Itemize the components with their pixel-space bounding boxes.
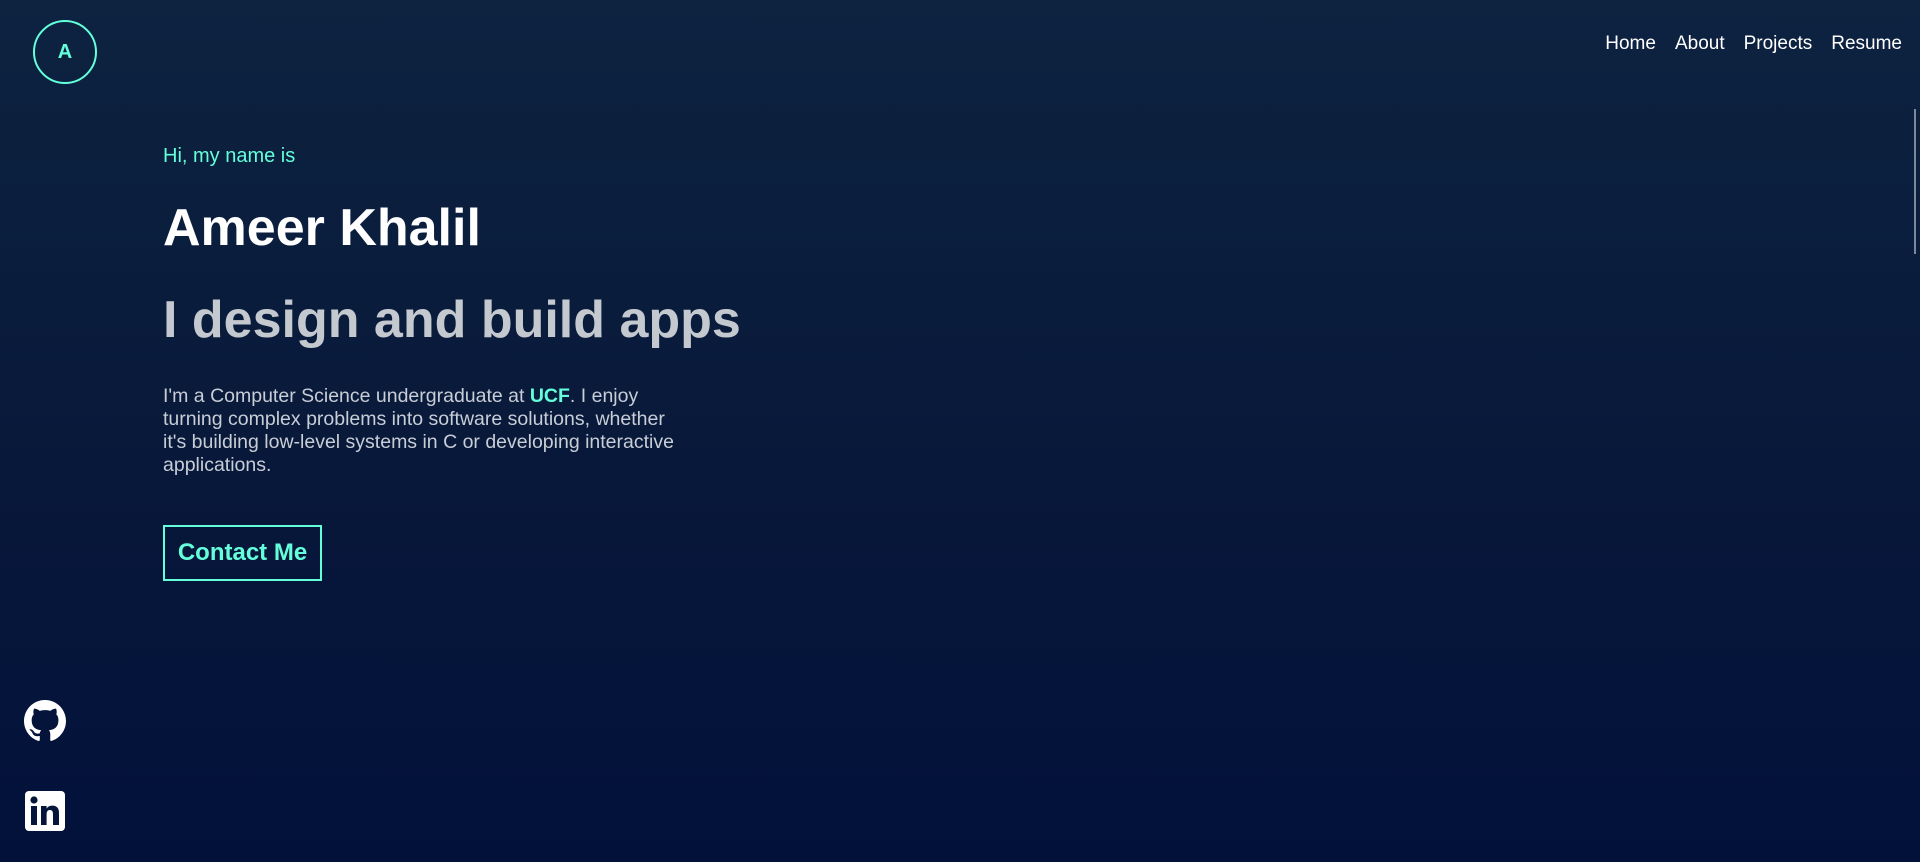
nav-resume[interactable]: Resume: [1831, 33, 1902, 55]
bio-highlight-ucf: UCF: [529, 385, 570, 407]
scrollbar[interactable]: [1914, 109, 1916, 254]
linkedin-link[interactable]: [24, 790, 66, 832]
tagline: I design and build apps: [163, 291, 741, 349]
linkedin-icon: [25, 791, 65, 831]
page-title: Ameer Khalil: [163, 199, 481, 257]
nav-projects[interactable]: Projects: [1744, 33, 1813, 55]
github-icon: [24, 700, 66, 741]
nav-home[interactable]: Home: [1605, 33, 1656, 55]
nav-about[interactable]: About: [1675, 33, 1725, 55]
logo-letter: A: [57, 40, 73, 63]
greeting-text: Hi, my name is: [163, 145, 296, 167]
logo-button[interactable]: A: [33, 20, 97, 84]
contact-me-button[interactable]: Contact Me: [163, 525, 322, 581]
top-nav: Home About Projects Resume: [1586, 33, 1902, 55]
bio-paragraph: I'm a Computer Science undergraduate at …: [163, 385, 683, 477]
bio-text-before: I'm a Computer Science undergraduate at: [163, 385, 530, 407]
github-link[interactable]: [24, 700, 66, 742]
